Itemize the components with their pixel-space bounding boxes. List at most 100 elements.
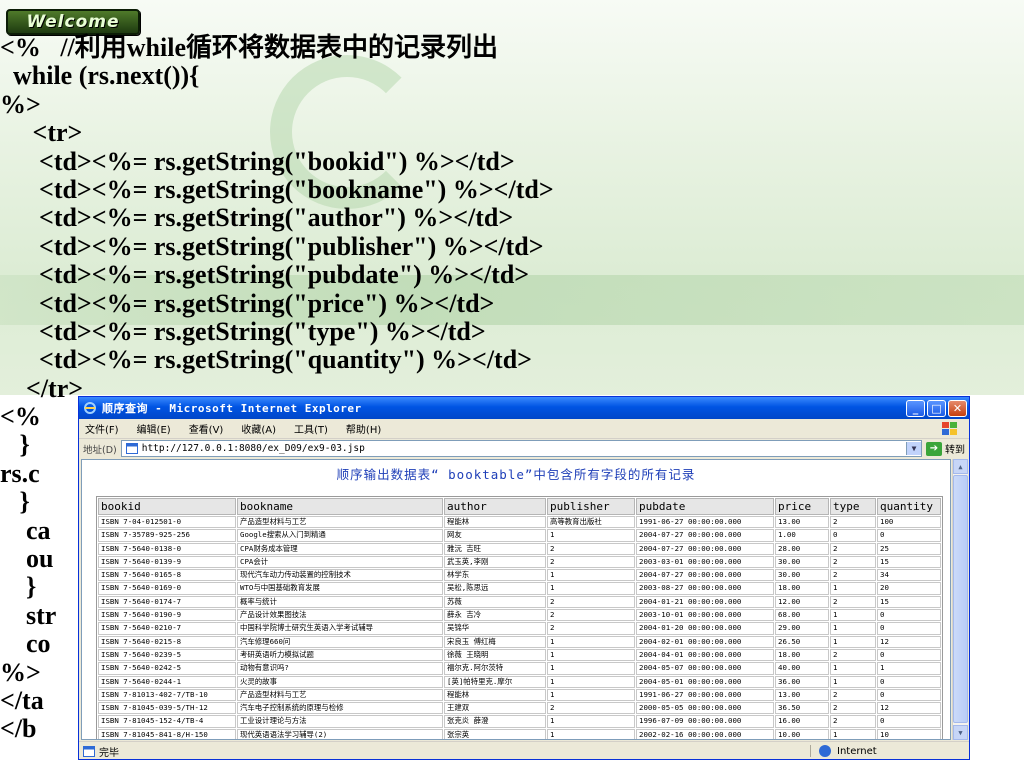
table-row: ISBN 7-04-012501-0 产品造型材料与工艺 程能林 高等教育出版社 199… xyxy=(98,516,941,529)
table-cell: ISBN 7-81045-039-5/TH-12 xyxy=(98,702,236,715)
table-cell: 1 xyxy=(547,688,635,702)
menu-item[interactable]: 编辑(E) xyxy=(137,421,171,436)
table-row: ISBN 7-5640-0239-5 考研英语听力模拟试题 徐薇 王晓明 1 2004-… xyxy=(98,648,941,662)
scroll-up-icon[interactable]: ▲ xyxy=(953,459,968,474)
status-text: 完毕 xyxy=(99,747,119,759)
table-cell: 林学东 xyxy=(444,569,546,582)
table-cell: 18.00 xyxy=(775,582,829,595)
table-cell: 程能林 xyxy=(444,516,546,529)
table-cell: 0 xyxy=(877,622,941,635)
table-cell: 30.00 xyxy=(775,555,829,569)
column-header: publisher xyxy=(547,498,635,515)
table-cell: 2 xyxy=(547,622,635,635)
table-row: ISBN 7-81045-152-4/TB-4 工业设计理论与方法 张克炎 薛澄 1 1… xyxy=(98,715,941,728)
table-cell: ISBN 7-35789-925-256 xyxy=(98,529,236,542)
welcome-badge-label: Welcome xyxy=(26,12,120,32)
menu-item[interactable]: 帮助(H) xyxy=(346,421,381,436)
welcome-badge: Welcome xyxy=(6,9,140,35)
table-cell: 2 xyxy=(830,715,876,728)
table-cell: 0 xyxy=(877,529,941,542)
table-cell: ISBN 7-04-012501-0 xyxy=(98,516,236,529)
scrollbar-thumb[interactable] xyxy=(953,475,968,723)
address-dropdown-icon[interactable]: ▼ xyxy=(906,442,921,455)
table-cell: 2 xyxy=(830,688,876,702)
table-row: ISBN 7-81045-841-8/H-150 现代英语语法学习辅导(2) 张宗英… xyxy=(98,728,941,739)
table-cell: ISBN 7-5640-0138-0 xyxy=(98,542,236,555)
code-line: <td><%= rs.getString("price") %></td> xyxy=(0,288,495,318)
code-line: while (rs.next()){ xyxy=(0,61,200,91)
table-cell: ISBN 7-5640-0139-9 xyxy=(98,555,236,569)
table-cell: CPA财务成本管理 xyxy=(237,542,443,555)
table-cell: 1 xyxy=(547,529,635,542)
table-row: ISBN 7-5640-0169-0 WTO与中国基础教育发展 吴松,陈思远 1 200… xyxy=(98,582,941,595)
table-cell: ISBN 7-5640-0190-9 xyxy=(98,609,236,622)
table-cell: 产品造型材料与工艺 xyxy=(237,688,443,702)
close-button[interactable]: ✕ xyxy=(948,399,967,417)
table-cell: 10 xyxy=(877,728,941,739)
table-cell: 吴松,陈思远 xyxy=(444,582,546,595)
table-cell: 1 xyxy=(547,662,635,675)
address-field[interactable]: http://127.0.0.1:8080/ex_D09/ex9-03.jsp … xyxy=(120,440,922,457)
menu-item[interactable]: 文件(F) xyxy=(85,421,119,436)
table-cell: 1 xyxy=(830,728,876,739)
table-row: ISBN 7-5640-0190-9 产品设计效果图技法 薛永 吉冷 2 2003-10… xyxy=(98,609,941,622)
table-cell: 1 xyxy=(830,635,876,648)
table-cell: 苏薇 xyxy=(444,595,546,609)
table-cell: 1 xyxy=(830,582,876,595)
table-cell: 2 xyxy=(547,595,635,609)
table-cell: ISBN 7-5640-0242-5 xyxy=(98,662,236,675)
menu-bar: 文件(F) 编辑(E) 查看(V) 收藏(A) 工具(T) 帮助(H) xyxy=(79,419,969,439)
table-cell: 产品造型材料与工艺 xyxy=(237,516,443,529)
go-button[interactable]: ➔ 转到 xyxy=(926,441,965,456)
table-cell: 13.00 xyxy=(775,688,829,702)
page-heading: 顺序输出数据表“ booktable”中包含所有字段的所有记录 xyxy=(336,467,696,482)
table-cell: 张克炎 薛澄 xyxy=(444,715,546,728)
code-line: %> xyxy=(0,89,41,119)
table-cell: 火灵的故事 xyxy=(237,675,443,688)
table-cell: 1 xyxy=(547,715,635,728)
table-cell: 2003-03-01 00:00:00.000 xyxy=(636,555,774,569)
maximize-button[interactable]: □ xyxy=(927,399,946,417)
scroll-down-icon[interactable]: ▼ xyxy=(953,725,968,740)
table-cell: 2000-05-05 00:00:00.000 xyxy=(636,702,774,715)
vertical-scrollbar[interactable]: ▲ ▼ xyxy=(952,459,968,740)
table-header-row: bookid bookname author publisher pubdate pric… xyxy=(98,498,941,515)
table-row: ISBN 7-5640-0138-0 CPA财务成本管理 雅沅 吉旺 2 2004-07… xyxy=(98,542,941,555)
table-cell: 0 xyxy=(830,529,876,542)
minimize-button[interactable]: _ xyxy=(906,399,925,417)
table-cell: ISBN 7-81045-152-4/TB-4 xyxy=(98,715,236,728)
ie-title-bar[interactable]: 顺序查询 - Microsoft Internet Explorer _ □ ✕ xyxy=(79,397,969,419)
table-cell: 概率与统计 xyxy=(237,595,443,609)
table-row: ISBN 7-5640-0174-7 概率与统计 苏薇 2 2004-01-21 00:… xyxy=(98,595,941,609)
table-cell: 28.00 xyxy=(775,542,829,555)
address-bar: 地址(D) http://127.0.0.1:8080/ex_D09/ex9-0… xyxy=(79,439,969,458)
address-url[interactable]: http://127.0.0.1:8080/ex_D09/ex9-03.jsp xyxy=(142,443,906,454)
table-cell: 1 xyxy=(547,648,635,662)
table-cell: 程能林 xyxy=(444,688,546,702)
table-cell: 张宗英 xyxy=(444,728,546,739)
table-cell: 100 xyxy=(877,516,941,529)
table-cell: 26.50 xyxy=(775,635,829,648)
table-cell: 宋良玉 傅红梅 xyxy=(444,635,546,648)
page-done-icon xyxy=(83,745,95,757)
table-cell: 15 xyxy=(877,555,941,569)
table-cell: 12 xyxy=(877,635,941,648)
table-cell: 2 xyxy=(830,595,876,609)
zone-label: Internet xyxy=(837,745,877,757)
internet-globe-icon xyxy=(819,745,831,757)
table-cell: 1 xyxy=(830,622,876,635)
menu-item[interactable]: 收藏(A) xyxy=(241,421,276,436)
menu-item[interactable]: 工具(T) xyxy=(294,421,328,436)
security-zone: Internet xyxy=(810,745,969,757)
table-row: ISBN 7-35789-925-256 Google搜索从入门到精通 网友 1 200… xyxy=(98,529,941,542)
table-cell: 福尔克.阿尔茨特 xyxy=(444,662,546,675)
table-cell: 2004-04-01 00:00:00.000 xyxy=(636,648,774,662)
table-cell: 徐薇 王晓明 xyxy=(444,648,546,662)
window-title: 顺序查询 - Microsoft Internet Explorer xyxy=(102,402,362,415)
menu-item[interactable]: 查看(V) xyxy=(189,421,224,436)
status-bar: 完毕 Internet xyxy=(79,741,969,759)
table-cell: 2004-07-27 00:00:00.000 xyxy=(636,569,774,582)
table-cell: 工业设计理论与方法 xyxy=(237,715,443,728)
table-cell: 2004-07-27 00:00:00.000 xyxy=(636,542,774,555)
table-cell: 考研英语听力模拟试题 xyxy=(237,648,443,662)
